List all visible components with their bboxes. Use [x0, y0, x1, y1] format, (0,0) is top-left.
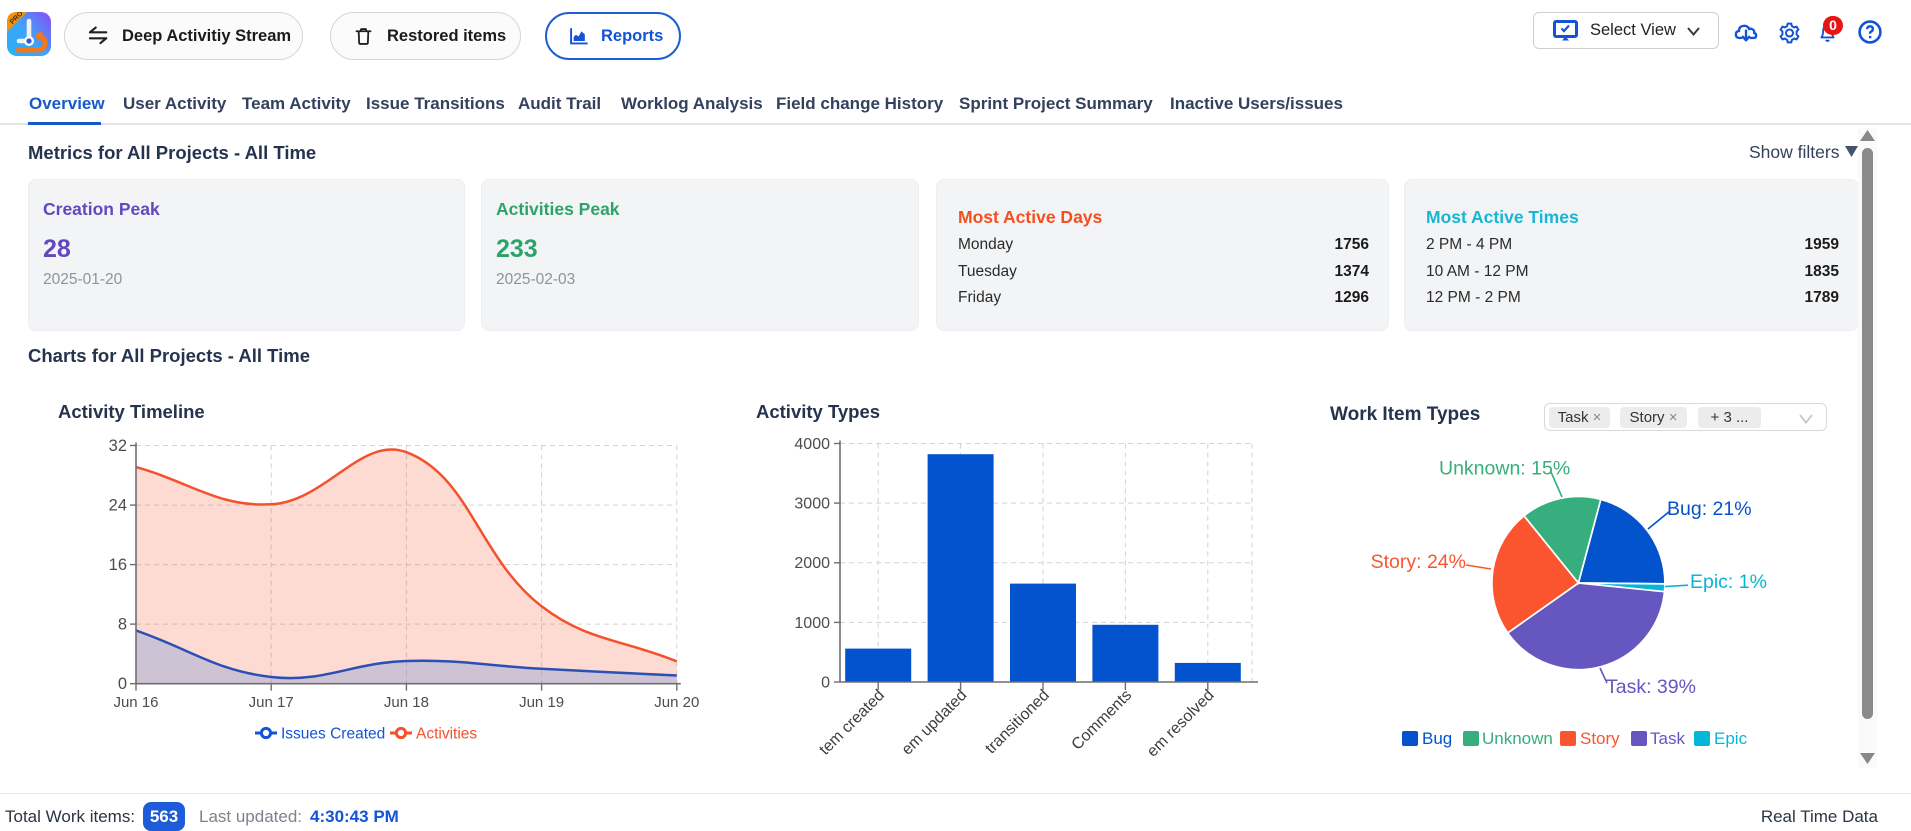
svg-text:Issues Created: Issues Created [281, 726, 385, 743]
svg-text:Epic: 1%: Epic: 1% [1690, 571, 1767, 593]
svg-text:Task: Task [1650, 729, 1685, 748]
svg-text:2000: 2000 [794, 555, 830, 572]
svg-text:tem created: tem created [816, 687, 888, 757]
svg-text:Story: Story [1580, 729, 1620, 748]
svg-text:24: 24 [109, 497, 127, 515]
svg-text:Epic: Epic [1714, 729, 1748, 748]
svg-text:Jun 16: Jun 16 [113, 694, 158, 711]
svg-text:0: 0 [821, 675, 830, 692]
svg-text:Jun 18: Jun 18 [384, 694, 429, 711]
svg-text:1000: 1000 [794, 615, 830, 632]
svg-text:Unknown: 15%: Unknown: 15% [1439, 458, 1570, 480]
svg-text:Unknown: Unknown [1482, 729, 1553, 748]
svg-text:em resolved: em resolved [1144, 687, 1218, 757]
svg-text:Bug: Bug [1422, 729, 1452, 748]
svg-text:4000: 4000 [794, 436, 830, 453]
svg-text:Bug: 21%: Bug: 21% [1667, 498, 1752, 520]
svg-text:Story: 24%: Story: 24% [1371, 551, 1466, 573]
svg-text:Jun 17: Jun 17 [249, 694, 294, 711]
svg-text:32: 32 [109, 437, 127, 455]
svg-text:0: 0 [118, 675, 127, 693]
svg-text:16: 16 [109, 556, 127, 574]
svg-text:transitioned: transitioned [982, 687, 1053, 757]
svg-text:Activities: Activities [416, 726, 477, 743]
svg-text:Jun 20: Jun 20 [654, 694, 699, 711]
svg-text:Task: 39%: Task: 39% [1606, 676, 1696, 698]
svg-text:em updated: em updated [899, 687, 971, 757]
svg-text:8: 8 [118, 616, 127, 634]
svg-text:3000: 3000 [794, 496, 830, 513]
svg-text:Jun 19: Jun 19 [519, 694, 564, 711]
svg-text:Comments: Comments [1069, 687, 1136, 754]
